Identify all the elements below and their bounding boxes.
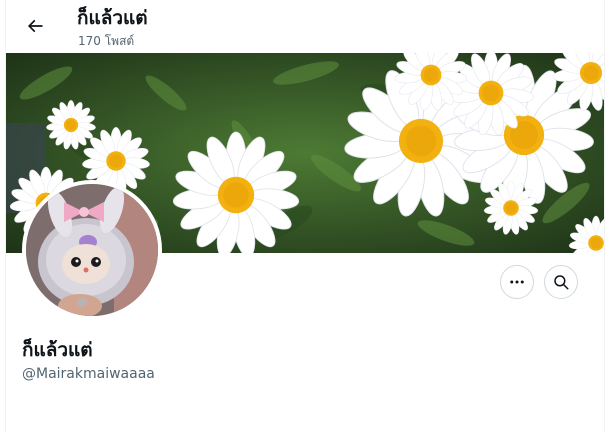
arrow-left-icon [27, 19, 43, 33]
profile-avatar[interactable] [22, 180, 162, 320]
search-profile-button[interactable] [544, 265, 578, 299]
more-options-button[interactable] [500, 265, 534, 299]
profile-display-name: ก็แล้วแต่ [22, 339, 93, 361]
profile-handle: @Mairakmaiwaaaa [22, 366, 155, 382]
post-count: 170 โพสต์ [78, 34, 135, 48]
search-icon [554, 275, 569, 290]
avatar-image [26, 184, 158, 316]
profile-header-bar: ก็แล้วแต่ 170 โพสต์ [6, 0, 604, 53]
back-button[interactable] [18, 9, 52, 43]
more-horizontal-icon [510, 280, 524, 284]
frame-border-right [604, 0, 605, 432]
header-title: ก็แล้วแต่ [77, 7, 148, 29]
